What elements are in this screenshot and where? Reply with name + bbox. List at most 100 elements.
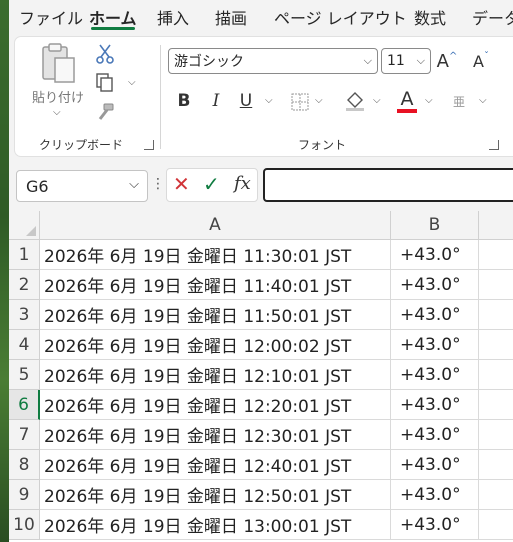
decrease-font-icon[interactable]: Aˇ: [469, 49, 493, 73]
row-header[interactable]: 7: [9, 420, 40, 450]
cell-a[interactable]: 2026年 6月 19日 金曜日 11:50:01 JST: [40, 300, 391, 330]
tab-formulas[interactable]: 数式: [414, 0, 446, 34]
fill-color-icon[interactable]: [343, 89, 367, 113]
tab-file[interactable]: ファイル: [19, 0, 83, 34]
enter-icon[interactable]: ✓: [203, 172, 220, 196]
column-header-b[interactable]: B: [391, 211, 479, 240]
cell-a[interactable]: 2026年 6月 19日 金曜日 13:00:01 JST: [40, 510, 391, 540]
cell-b[interactable]: +43.0°: [391, 330, 479, 360]
row-header[interactable]: 5: [9, 360, 40, 390]
font-color-icon[interactable]: A: [395, 87, 419, 115]
font-name-select[interactable]: 游ゴシック ⌵: [168, 48, 378, 74]
tab-page-layout[interactable]: ページ レイアウト: [274, 0, 407, 34]
paste-icon[interactable]: [39, 41, 79, 85]
phonetic-icon[interactable]: 亜: [447, 89, 471, 113]
cell-a[interactable]: 2026年 6月 19日 金曜日 11:30:01 JST: [40, 240, 391, 270]
excel-window: ファイル ホーム 挿入 描画 ページ レイアウト 数式 データ 貼り付け ⌵ ⌵…: [0, 0, 513, 542]
group-divider: [160, 45, 161, 149]
more-options-icon[interactable]: ⋮: [151, 176, 165, 192]
chevron-down-icon: ⌵: [416, 54, 425, 67]
cell-c[interactable]: [479, 300, 513, 330]
cell-c[interactable]: [479, 420, 513, 450]
cell-c[interactable]: [479, 510, 513, 540]
cell-c[interactable]: [479, 270, 513, 300]
font-color-swatch: [397, 109, 417, 113]
phonetic-dropdown-icon[interactable]: ⌵: [479, 95, 487, 106]
row-header[interactable]: 10: [9, 510, 40, 540]
cell-b[interactable]: +43.0°: [391, 390, 479, 420]
clipboard-group-label: クリップボード: [39, 138, 124, 152]
borders-dropdown-icon[interactable]: ⌵: [315, 95, 323, 106]
cell-b[interactable]: +43.0°: [391, 240, 479, 270]
underline-dropdown-icon[interactable]: ⌵: [265, 95, 273, 106]
cell-c[interactable]: [479, 360, 513, 390]
cell-a[interactable]: 2026年 6月 19日 金曜日 12:30:01 JST: [40, 420, 391, 450]
cell-b[interactable]: +43.0°: [391, 300, 479, 330]
formula-input[interactable]: [263, 168, 513, 202]
tab-draw[interactable]: 描画: [215, 0, 247, 34]
cell-a[interactable]: 2026年 6月 19日 金曜日 12:40:01 JST: [40, 450, 391, 480]
font-size-value: 11: [387, 53, 405, 69]
cell-c[interactable]: [479, 240, 513, 270]
formula-buttons: ✕ ✓ fx: [166, 168, 258, 202]
cell-a[interactable]: 2026年 6月 19日 金曜日 12:20:01 JST: [40, 390, 391, 420]
underline-button[interactable]: U: [235, 89, 257, 113]
worksheet-grid[interactable]: A B 1 2026年 6月 19日 金曜日 11:30:01 JST +43.0°…: [9, 211, 513, 542]
column-header-a[interactable]: A: [40, 211, 391, 240]
cell-b[interactable]: +43.0°: [391, 450, 479, 480]
cell-c[interactable]: [479, 390, 513, 420]
bold-button[interactable]: B: [173, 89, 195, 113]
format-painter-icon[interactable]: [93, 101, 117, 123]
italic-button[interactable]: I: [205, 89, 227, 113]
row-header[interactable]: 6: [9, 390, 40, 420]
cell-a[interactable]: 2026年 6月 19日 金曜日 12:10:01 JST: [40, 360, 391, 390]
row-header[interactable]: 8: [9, 450, 40, 480]
chevron-down-icon: ⌵: [129, 177, 139, 192]
cancel-icon[interactable]: ✕: [173, 172, 190, 196]
paste-dropdown-icon[interactable]: ⌵: [53, 107, 61, 118]
cell-b[interactable]: +43.0°: [391, 420, 479, 450]
desktop-background-edge: [0, 0, 9, 542]
select-all-button[interactable]: [9, 211, 40, 240]
font-launcher-icon[interactable]: [489, 140, 499, 150]
cell-a[interactable]: 2026年 6月 19日 金曜日 12:00:02 JST: [40, 330, 391, 360]
row-header[interactable]: 1: [9, 240, 40, 270]
increase-font-icon[interactable]: A ^: [435, 49, 459, 73]
font-color-letter: A: [400, 88, 414, 110]
cell-b[interactable]: +43.0°: [391, 510, 479, 540]
name-box-value: G6: [26, 176, 49, 196]
cell-a[interactable]: 2026年 6月 19日 金曜日 12:50:01 JST: [40, 480, 391, 510]
cell-c[interactable]: [479, 480, 513, 510]
font-group-label: フォント: [298, 138, 347, 152]
ribbon-tabs: ファイル ホーム 挿入 描画 ページ レイアウト 数式 データ: [9, 0, 513, 34]
name-box[interactable]: G6 ⌵: [16, 170, 148, 202]
cell-b[interactable]: +43.0°: [391, 480, 479, 510]
cell-a[interactable]: 2026年 6月 19日 金曜日 11:40:01 JST: [40, 270, 391, 300]
ribbon-home: 貼り付け ⌵ ⌵ クリップボード 游ゴシック ⌵ 11 ⌵ A ^ A ˇ B …: [14, 36, 513, 157]
cell-c[interactable]: [479, 330, 513, 360]
row-header[interactable]: 4: [9, 330, 40, 360]
cell-c[interactable]: [479, 450, 513, 480]
row-header[interactable]: 3: [9, 300, 40, 330]
tab-insert[interactable]: 挿入: [157, 0, 189, 34]
font-color-dropdown-icon[interactable]: ⌵: [425, 95, 433, 106]
fill-color-dropdown-icon[interactable]: ⌵: [373, 95, 381, 106]
paste-button[interactable]: 貼り付け: [32, 87, 84, 106]
cell-b[interactable]: +43.0°: [391, 270, 479, 300]
row-header[interactable]: 9: [9, 480, 40, 510]
font-name-value: 游ゴシック: [174, 54, 244, 70]
copy-icon[interactable]: [92, 71, 118, 93]
chevron-down-icon: ⌵: [363, 54, 372, 67]
phonetic-label: 亜: [452, 94, 465, 109]
cell-b[interactable]: +43.0°: [391, 360, 479, 390]
tab-home[interactable]: ホーム: [89, 0, 137, 34]
borders-icon[interactable]: [289, 91, 311, 113]
clipboard-launcher-icon[interactable]: [144, 140, 154, 150]
cut-icon[interactable]: [94, 43, 116, 65]
column-header-c[interactable]: [479, 211, 513, 240]
row-header[interactable]: 2: [9, 270, 40, 300]
tab-data[interactable]: データ: [472, 0, 513, 34]
copy-dropdown-icon[interactable]: ⌵: [128, 77, 136, 88]
font-size-select[interactable]: 11 ⌵: [381, 48, 431, 74]
insert-function-icon[interactable]: fx: [234, 173, 251, 194]
